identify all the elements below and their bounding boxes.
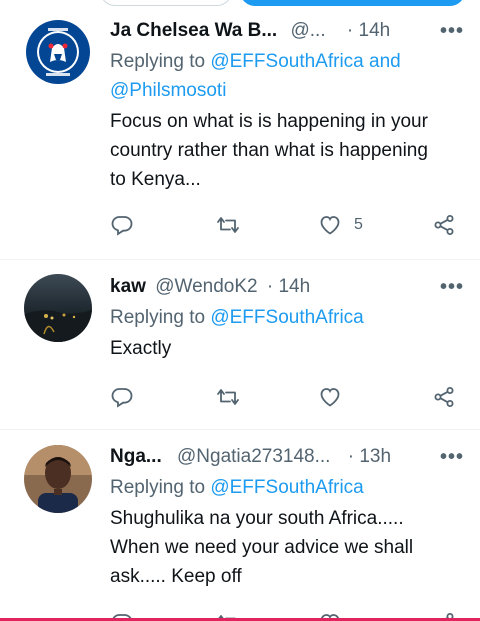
tweet-actions [110,382,456,412]
reply-icon [111,388,133,408]
like-button[interactable]: 5 [318,210,363,240]
username[interactable]: @... [290,20,325,41]
replying-to-label: Replying to [110,477,206,498]
share-icon [434,215,454,235]
retweet-icon [217,389,239,405]
tweet-3[interactable]: Nga... @Ngatia273148... · 13h ••• Replyi… [0,430,480,621]
timestamp[interactable]: 14h [278,276,310,297]
tweet-actions: 5 [110,210,456,240]
tweet-2[interactable]: kaw @WendoK2 · 14h ••• Replying to @EFFS… [0,260,480,430]
timestamp[interactable]: 14h [359,20,391,41]
tweet-header: kaw @WendoK2 · 14h ••• [110,272,464,302]
replying-to-label: Replying to [110,51,206,72]
separator-dot: · [266,276,274,297]
tweet-header: Nga... @Ngatia273148... · 13h ••• [110,442,464,472]
avatar-nga[interactable] [24,445,92,513]
like-count: 5 [354,216,363,233]
replying-to: Replying to @EFFSouthAfrica and @Philsmo… [110,47,464,105]
avatar-chelsea-crest[interactable] [24,18,92,86]
replying-to: Replying to @EFFSouthAfrica [110,473,464,502]
display-name[interactable]: Nga... [110,446,162,467]
more-options-icon[interactable]: ••• [440,442,464,472]
person-photo-icon [24,445,92,513]
replying-to-label: Replying to [110,307,206,328]
tweet-1[interactable]: Ja Chelsea Wa B... @... · 14h ••• Replyi… [0,0,480,260]
night-city-photo-icon [24,274,92,342]
separator-dot: · [346,20,354,41]
chelsea-crest-icon [24,18,92,86]
retweet-button[interactable] [216,382,240,412]
display-name[interactable]: kaw [110,276,146,297]
tweet-header: Ja Chelsea Wa B... @... · 14h ••• [110,16,464,46]
username[interactable]: @Ngatia273148... [177,446,330,467]
mention-link[interactable]: @EFFSouthAfrica [210,307,363,328]
reply-button[interactable] [110,210,134,240]
mention-link[interactable]: @EFFSouthAfrica [210,477,363,498]
retweet-icon [217,217,239,233]
reply-icon [111,216,133,236]
like-button[interactable] [318,382,354,412]
tweet-text: Exactly [110,338,172,359]
tweet-text: Focus on what is is happening in your co… [110,111,428,190]
username[interactable]: @WendoK2 [155,276,257,297]
retweet-button[interactable] [216,210,240,240]
timestamp[interactable]: 13h [359,446,391,467]
share-button[interactable] [432,210,456,240]
share-icon [434,387,454,407]
replying-to: Replying to @EFFSouthAfrica [110,303,464,332]
heart-icon [320,388,340,407]
share-button[interactable] [432,382,456,412]
heart-icon [320,216,340,235]
avatar-kaw[interactable] [24,274,92,342]
more-options-icon[interactable]: ••• [440,272,464,302]
tweet-text: Shughulika na your south Africa..... Whe… [110,508,414,587]
display-name[interactable]: Ja Chelsea Wa B... [110,20,277,41]
reply-button[interactable] [110,382,134,412]
separator-dot: · [347,446,355,467]
more-options-icon[interactable]: ••• [440,16,464,46]
